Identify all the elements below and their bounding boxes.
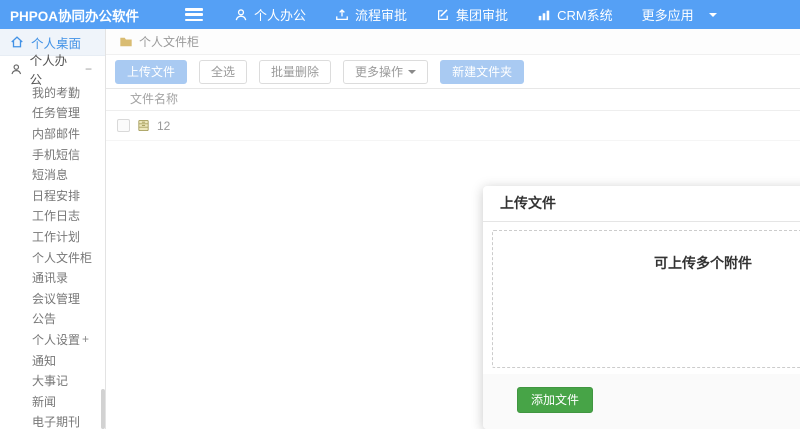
sidebar-scrollbar[interactable] bbox=[101, 389, 105, 429]
collapse-icon[interactable]: − bbox=[85, 62, 92, 76]
nav-label: 个人办公 bbox=[254, 8, 307, 23]
sidebar-item-memorabilia[interactable]: 大事记 bbox=[0, 370, 105, 391]
topbar: PHPOA协同办公软件 个人办公 流程审批 集团审批 CRM系统 更多应用 bbox=[0, 0, 800, 29]
select-all-button[interactable]: 全选 bbox=[199, 59, 248, 84]
sidebar-item-schedule[interactable]: 日程安排 bbox=[0, 185, 105, 206]
sidebar-item-attendance[interactable]: 我的考勤 bbox=[0, 82, 105, 103]
nav-process-approval[interactable]: 流程审批 bbox=[335, 5, 407, 24]
nav-label: 流程审批 bbox=[355, 8, 408, 23]
sidebar-item-contacts[interactable]: 通讯录 bbox=[0, 267, 105, 288]
process-approval-icon bbox=[335, 8, 349, 22]
sidebar-item-work-plan[interactable]: 工作计划 bbox=[0, 226, 105, 247]
breadcrumb: 个人文件柜 bbox=[106, 29, 800, 55]
nav-personal-office[interactable]: 个人办公 bbox=[234, 5, 306, 24]
file-name: 12 bbox=[157, 118, 171, 133]
sidebar-item-label: 个人桌面 bbox=[31, 36, 82, 51]
app-brand: PHPOA协同办公软件 bbox=[10, 8, 140, 24]
sidebar-item-short-message[interactable]: 短消息 bbox=[0, 164, 105, 185]
batch-delete-button[interactable]: 批量删除 bbox=[259, 59, 332, 84]
home-icon bbox=[11, 36, 23, 48]
nav-group-approval[interactable]: 集团审批 bbox=[436, 5, 508, 24]
caret-down-icon bbox=[408, 69, 417, 74]
folder-icon bbox=[120, 37, 132, 46]
upload-dialog: 上传文件 可上传多个附件 添加文件 bbox=[483, 186, 800, 429]
table-header: 文件名称 bbox=[106, 88, 800, 111]
sidebar: 个人桌面 个人办公 − 我的考勤 任务管理 内部邮件 手机短信 短消息 日程安排… bbox=[0, 29, 106, 429]
sidebar-item-task-management[interactable]: 任务管理 bbox=[0, 103, 105, 124]
dropzone-hint: 可上传多个附件 bbox=[654, 255, 752, 271]
add-file-button[interactable]: 添加文件 bbox=[517, 387, 594, 413]
row-checkbox[interactable] bbox=[117, 119, 130, 132]
file-table: 文件名称 12 bbox=[106, 88, 800, 141]
app-window: PHPOA协同办公软件 个人办公 流程审批 集团审批 CRM系统 更多应用 个人… bbox=[0, 0, 800, 429]
dialog-title: 上传文件 bbox=[483, 186, 800, 222]
user-icon bbox=[234, 8, 248, 22]
sidebar-item-e-journal[interactable]: 电子期刊 bbox=[0, 412, 105, 429]
top-nav: 个人办公 流程审批 集团审批 CRM系统 更多应用 bbox=[234, 5, 717, 24]
user-icon bbox=[11, 63, 22, 74]
sidebar-submenu: 我的考勤 任务管理 内部邮件 手机短信 短消息 日程安排 工作日志 工作计划 个… bbox=[0, 82, 105, 429]
sidebar-item-work-log[interactable]: 工作日志 bbox=[0, 206, 105, 227]
sidebar-item-meeting-management[interactable]: 会议管理 bbox=[0, 288, 105, 309]
menu-toggle-icon[interactable] bbox=[185, 8, 204, 21]
nav-label: CRM系统 bbox=[557, 8, 613, 23]
file-cabinet-icon bbox=[136, 118, 151, 133]
new-folder-button[interactable]: 新建文件夹 bbox=[440, 59, 525, 84]
upload-dropzone[interactable]: 可上传多个附件 bbox=[492, 230, 800, 368]
nav-label: 集团审批 bbox=[456, 8, 509, 23]
sidebar-item-sms[interactable]: 手机短信 bbox=[0, 144, 105, 165]
sidebar-item-personal-settings[interactable]: 个人设置 + bbox=[0, 329, 105, 350]
sidebar-item-file-cabinet[interactable]: 个人文件柜 bbox=[0, 247, 105, 268]
column-file-name: 文件名称 bbox=[130, 92, 179, 106]
dialog-body: 可上传多个附件 bbox=[483, 222, 800, 368]
breadcrumb-label: 个人文件柜 bbox=[139, 35, 200, 49]
nav-crm-system[interactable]: CRM系统 bbox=[537, 5, 613, 24]
nav-more-apps[interactable]: 更多应用 bbox=[642, 5, 717, 24]
dialog-footer: 添加文件 bbox=[483, 374, 800, 429]
sidebar-section-personal-office[interactable]: 个人办公 − bbox=[0, 54, 105, 87]
bar-chart-icon bbox=[537, 8, 551, 22]
caret-down-icon bbox=[708, 12, 717, 17]
sidebar-item-notification[interactable]: 通知 bbox=[0, 350, 105, 371]
toolbar: 上传文件 全选 批量删除 更多操作 新建文件夹 bbox=[106, 55, 800, 88]
edit-square-icon bbox=[436, 8, 450, 22]
sidebar-item-news[interactable]: 新闻 bbox=[0, 391, 105, 412]
upload-file-button[interactable]: 上传文件 bbox=[115, 59, 188, 84]
table-row[interactable]: 12 bbox=[106, 111, 800, 141]
sidebar-item-internal-mail[interactable]: 内部邮件 bbox=[0, 123, 105, 144]
more-operations-button[interactable]: 更多操作 bbox=[343, 59, 429, 84]
sidebar-item-announcement[interactable]: 公告 bbox=[0, 309, 105, 330]
nav-label: 更多应用 bbox=[641, 8, 694, 23]
expand-plus-icon[interactable]: + bbox=[82, 332, 89, 346]
